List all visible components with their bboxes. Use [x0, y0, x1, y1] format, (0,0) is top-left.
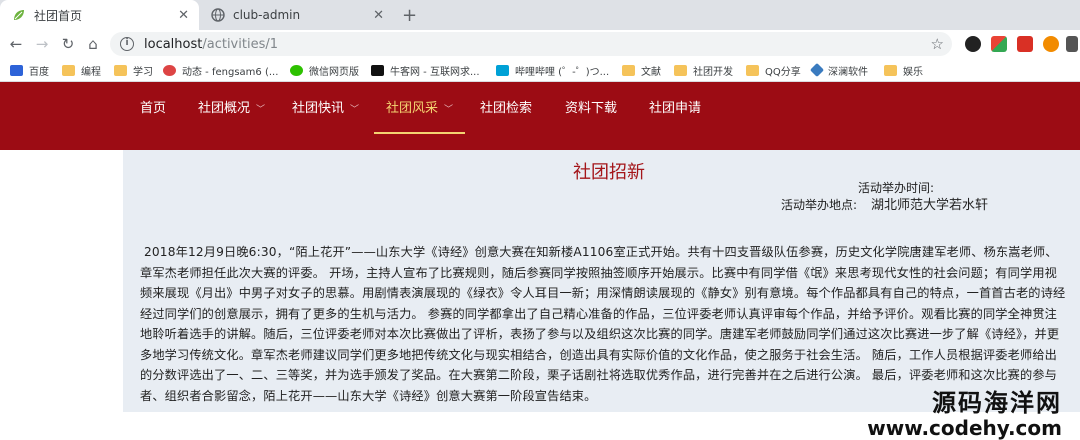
ublock-icon[interactable] [1017, 36, 1033, 52]
nav-home[interactable]: 首页 [140, 82, 166, 150]
chrome-extension-icon[interactable] [991, 36, 1007, 52]
bookmark-github[interactable]: 动态 - fengsam6 (... [163, 62, 278, 78]
tv-icon [496, 64, 509, 76]
folder-icon [746, 64, 759, 76]
back-arrow-icon[interactable]: ← [6, 34, 26, 54]
bookmark-wechat[interactable]: 微信网页版 [290, 62, 359, 78]
article-panel: 社团招新 活动举办时间: 活动举办地点: 湖北师范大学若水轩 2018年12月9日… [123, 150, 1080, 412]
bookmark-baidu[interactable]: 百度 [10, 62, 49, 78]
bookmark-folder[interactable]: 文献 [622, 62, 661, 78]
address-bar[interactable]: i localhost/activities/1 ☆ [110, 32, 952, 56]
nav-downloads[interactable]: 资料下载 [565, 82, 617, 150]
paw-icon [10, 64, 23, 76]
event-place-value: 湖北师范大学若水轩 [871, 198, 989, 213]
diamond-icon [809, 62, 825, 78]
url-host: localhost [144, 36, 203, 52]
close-tab-icon[interactable]: ✕ [178, 8, 189, 23]
folder-icon [114, 64, 127, 76]
info-icon[interactable]: i [120, 37, 134, 51]
g-icon [163, 64, 176, 76]
nav-club-overview[interactable]: 社团概况 ﹀ [198, 82, 265, 150]
tab-title: 社团首页 [34, 8, 83, 23]
bookmark-folder[interactable]: 社团开发 [674, 62, 733, 78]
folder-icon [622, 64, 635, 76]
bookmark-srun[interactable]: 深澜软件 [809, 62, 868, 78]
url-path: /activities/1 [202, 36, 278, 52]
home-icon[interactable]: ⌂ [83, 34, 103, 54]
bookmark-star-icon[interactable]: ☆ [931, 35, 944, 53]
event-place-label: 活动举办地点: [781, 198, 858, 212]
extension-icon[interactable] [965, 36, 981, 52]
bookmark-folder[interactable]: 娱乐 [884, 62, 923, 78]
chevron-down-icon: ﹀ [444, 105, 454, 115]
article-body: 2018年12月9日晚6:30，“陌上花开”——山东大学《诗经》创意大赛在知新楼… [140, 245, 1066, 403]
extension-icon[interactable] [1043, 36, 1059, 52]
bookmark-bilibili[interactable]: 哔哩哔哩 (゜-゜)つ... [496, 62, 609, 78]
nav-club-apply[interactable]: 社团申请 [649, 82, 701, 150]
menu-icon[interactable] [1066, 36, 1078, 52]
watermark-url: www.codehy.com [867, 416, 1062, 440]
bookmark-nowcoder[interactable]: 牛客网 - 互联网求... [371, 62, 480, 78]
tab-club-admin[interactable]: club-admin ✕ [199, 0, 394, 30]
nav-club-news[interactable]: 社团快讯 ﹀ [292, 82, 359, 150]
new-tab-icon[interactable]: + [402, 5, 417, 26]
nav-club-style[interactable]: 社团风采 ﹀ [373, 82, 466, 150]
tab-club-home[interactable]: 社团首页 ✕ [0, 0, 199, 30]
nowcoder-icon [371, 64, 384, 76]
event-place: 活动举办地点: 湖北师范大学若水轩 [781, 194, 988, 213]
bookmark-folder[interactable]: QQ分享 [746, 62, 801, 78]
close-tab-icon[interactable]: ✕ [373, 8, 384, 23]
chevron-down-icon: ﹀ [256, 105, 266, 115]
browser-tab-strip: 社团首页 ✕ club-admin ✕ + [0, 0, 1080, 30]
leaf-icon [12, 8, 26, 22]
folder-icon [62, 64, 75, 76]
nav-club-search[interactable]: 社团检索 [480, 82, 532, 150]
chevron-down-icon: ﹀ [350, 105, 360, 115]
bookmarks-bar: 百度 编程 学习 动态 - fengsam6 (... 微信网页版 牛客网 - … [0, 58, 1080, 82]
globe-icon [211, 8, 225, 22]
wechat-icon [290, 64, 303, 76]
page: 首页 社团概况 ﹀ 社团快讯 ﹀ 社团风采 ﹀ 社团检索 资料下载 社团申请 社团招新… [0, 82, 1080, 440]
main-navbar: 首页 社团概况 ﹀ 社团快讯 ﹀ 社团风采 ﹀ 社团检索 资料下载 社团申请 [0, 82, 1080, 150]
folder-icon [884, 64, 897, 76]
bookmark-folder[interactable]: 学习 [114, 62, 153, 78]
browser-toolbar: ← → ↻ ⌂ i localhost/activities/1 ☆ [0, 30, 1080, 58]
tab-title: club-admin [233, 8, 301, 22]
forward-arrow-icon[interactable]: → [32, 34, 52, 54]
bookmark-folder[interactable]: 编程 [62, 62, 101, 78]
event-time-label: 活动举办时间: [858, 181, 935, 195]
folder-icon [674, 64, 687, 76]
watermark-title: 源码海洋网 [932, 389, 1062, 417]
reload-icon[interactable]: ↻ [58, 34, 78, 54]
